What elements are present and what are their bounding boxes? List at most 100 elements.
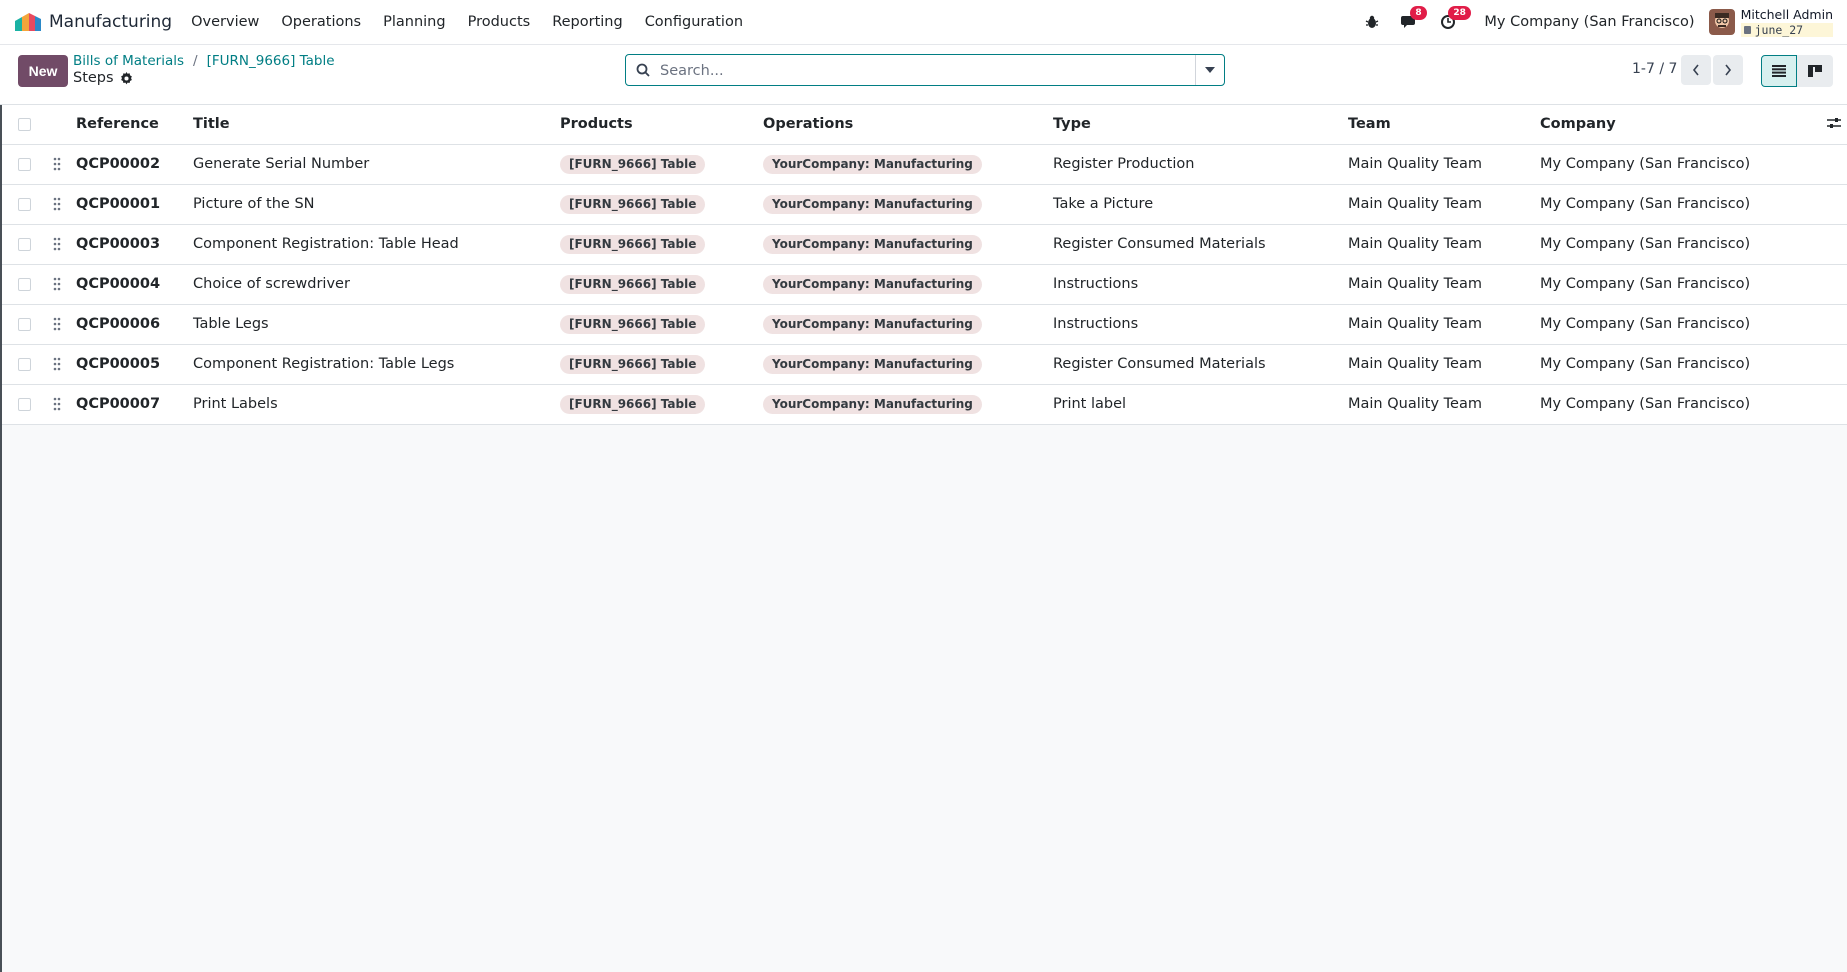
menu-overview[interactable]: Overview <box>180 0 270 44</box>
user-avatar[interactable] <box>1708 9 1735 35</box>
row-checkbox[interactable] <box>18 238 31 251</box>
product-tag: [FURN_9666] Table <box>560 354 706 374</box>
row-checkbox[interactable] <box>18 278 31 291</box>
table-row[interactable]: QCP00001 Picture of the SN [FURN_9666] T… <box>2 185 1847 225</box>
activities-clock-icon[interactable]: 28 <box>1438 6 1471 32</box>
table-row[interactable]: QCP00003 Component Registration: Table H… <box>2 225 1847 265</box>
row-checkbox[interactable] <box>18 318 31 331</box>
cell-type: Instructions <box>1053 316 1139 332</box>
kanban-view-button[interactable] <box>1797 55 1833 87</box>
column-type[interactable]: Type <box>1053 105 1091 144</box>
cell-title: Table Legs <box>193 316 269 332</box>
product-tag: [FURN_9666] Table <box>560 194 706 214</box>
product-tag: [FURN_9666] Table <box>560 274 706 294</box>
search-options-toggle[interactable] <box>1195 55 1224 85</box>
table-row[interactable]: QCP00002 Generate Serial Number [FURN_96… <box>2 145 1847 185</box>
debug-bug-icon[interactable] <box>1362 12 1382 32</box>
row-checkbox[interactable] <box>18 358 31 371</box>
cell-reference: QCP00004 <box>76 276 161 292</box>
operation-tag: YourCompany: Manufacturing <box>763 154 982 174</box>
new-button[interactable]: New <box>18 55 68 87</box>
breadcrumb-bills-of-materials[interactable]: Bills of Materials <box>73 53 184 69</box>
list-view-button[interactable] <box>1761 55 1797 87</box>
cell-team: Main Quality Team <box>1348 156 1482 172</box>
product-tag: [FURN_9666] Table <box>560 314 706 334</box>
chevron-left-icon <box>1692 64 1699 76</box>
operation-tag: YourCompany: Manufacturing <box>763 274 982 294</box>
pager-next-button[interactable] <box>1713 55 1743 85</box>
page-title: Steps <box>73 70 114 86</box>
cell-reference: QCP00006 <box>76 316 161 332</box>
operation-tag: YourCompany: Manufacturing <box>763 194 982 214</box>
table-body: QCP00002 Generate Serial Number [FURN_96… <box>2 145 1847 425</box>
drag-handle-icon[interactable] <box>53 197 61 215</box>
row-checkbox[interactable] <box>18 398 31 411</box>
menu-operations[interactable]: Operations <box>270 0 372 44</box>
search-bar <box>625 54 1225 86</box>
user-menu[interactable]: Mitchell Admin june_27 <box>1740 7 1833 37</box>
cell-team: Main Quality Team <box>1348 316 1482 332</box>
breadcrumb: Bills of Materials / [FURN_9666] Table <box>73 53 335 69</box>
table-row[interactable]: QCP00004 Choice of screwdriver [FURN_966… <box>2 265 1847 305</box>
breadcrumb-product[interactable]: [FURN_9666] Table <box>207 53 335 69</box>
database-icon <box>1743 25 1751 34</box>
cell-title: Picture of the SN <box>193 196 315 212</box>
cell-title: Component Registration: Table Legs <box>193 356 455 372</box>
cell-reference: QCP00005 <box>76 356 161 372</box>
list-icon <box>1772 65 1786 77</box>
column-operations[interactable]: Operations <box>763 105 853 144</box>
cell-type: Register Consumed Materials <box>1053 236 1266 252</box>
cell-title: Generate Serial Number <box>193 156 370 172</box>
operation-tag: YourCompany: Manufacturing <box>763 394 982 414</box>
cell-title: Component Registration: Table Head <box>193 236 459 252</box>
app-brand[interactable]: Manufacturing <box>15 0 172 44</box>
cell-team: Main Quality Team <box>1348 356 1482 372</box>
operation-tag: YourCompany: Manufacturing <box>763 234 982 254</box>
optional-columns-toggle-icon[interactable] <box>1827 117 1841 133</box>
pager-previous-button[interactable] <box>1681 55 1711 85</box>
column-title[interactable]: Title <box>193 105 230 144</box>
gear-icon[interactable] <box>120 71 133 85</box>
cell-reference: QCP00007 <box>76 396 161 412</box>
systray: 8 28 My Company (San Francisco) Mitchell… <box>1344 0 1833 44</box>
database-tag: june_27 <box>1740 22 1833 37</box>
cell-company: My Company (San Francisco) <box>1540 236 1751 252</box>
drag-handle-icon[interactable] <box>53 317 61 335</box>
column-team[interactable]: Team <box>1348 105 1391 144</box>
row-checkbox[interactable] <box>18 198 31 211</box>
menu-planning[interactable]: Planning <box>372 0 456 44</box>
company-switcher[interactable]: My Company (San Francisco) <box>1484 14 1694 30</box>
drag-handle-icon[interactable] <box>53 157 61 175</box>
menu-configuration[interactable]: Configuration <box>634 0 754 44</box>
drag-handle-icon[interactable] <box>53 277 61 295</box>
drag-handle-icon[interactable] <box>53 397 61 415</box>
kanban-icon <box>1808 65 1822 77</box>
search-icon <box>636 63 650 81</box>
cell-company: My Company (San Francisco) <box>1540 156 1751 172</box>
top-navbar: Manufacturing Overview Operations Planni… <box>0 0 1847 45</box>
menu-reporting[interactable]: Reporting <box>541 0 634 44</box>
table-row[interactable]: QCP00006 Table Legs [FURN_9666] Table Yo… <box>2 305 1847 345</box>
product-tag: [FURN_9666] Table <box>560 154 706 174</box>
select-all-checkbox[interactable] <box>18 118 31 131</box>
page-title-row: Steps <box>73 70 133 86</box>
cell-team: Main Quality Team <box>1348 276 1482 292</box>
column-products[interactable]: Products <box>560 105 633 144</box>
messages-icon[interactable]: 8 <box>1400 6 1427 32</box>
cell-type: Take a Picture <box>1053 196 1154 212</box>
table-row[interactable]: QCP00005 Component Registration: Table L… <box>2 345 1847 385</box>
pager-value[interactable]: 1-7 / 7 <box>1632 61 1677 77</box>
cell-company: My Company (San Francisco) <box>1540 276 1751 292</box>
menu-products[interactable]: Products <box>457 0 542 44</box>
cell-type: Register Consumed Materials <box>1053 356 1266 372</box>
search-input[interactable] <box>658 57 1192 85</box>
drag-handle-icon[interactable] <box>53 357 61 375</box>
cell-reference: QCP00003 <box>76 236 161 252</box>
table-row[interactable]: QCP00007 Print Labels [FURN_9666] Table … <box>2 385 1847 425</box>
row-checkbox[interactable] <box>18 158 31 171</box>
column-reference[interactable]: Reference <box>76 105 159 144</box>
cell-company: My Company (San Francisco) <box>1540 196 1751 212</box>
column-company[interactable]: Company <box>1540 105 1616 144</box>
drag-handle-icon[interactable] <box>53 237 61 255</box>
cell-type: Instructions <box>1053 276 1139 292</box>
